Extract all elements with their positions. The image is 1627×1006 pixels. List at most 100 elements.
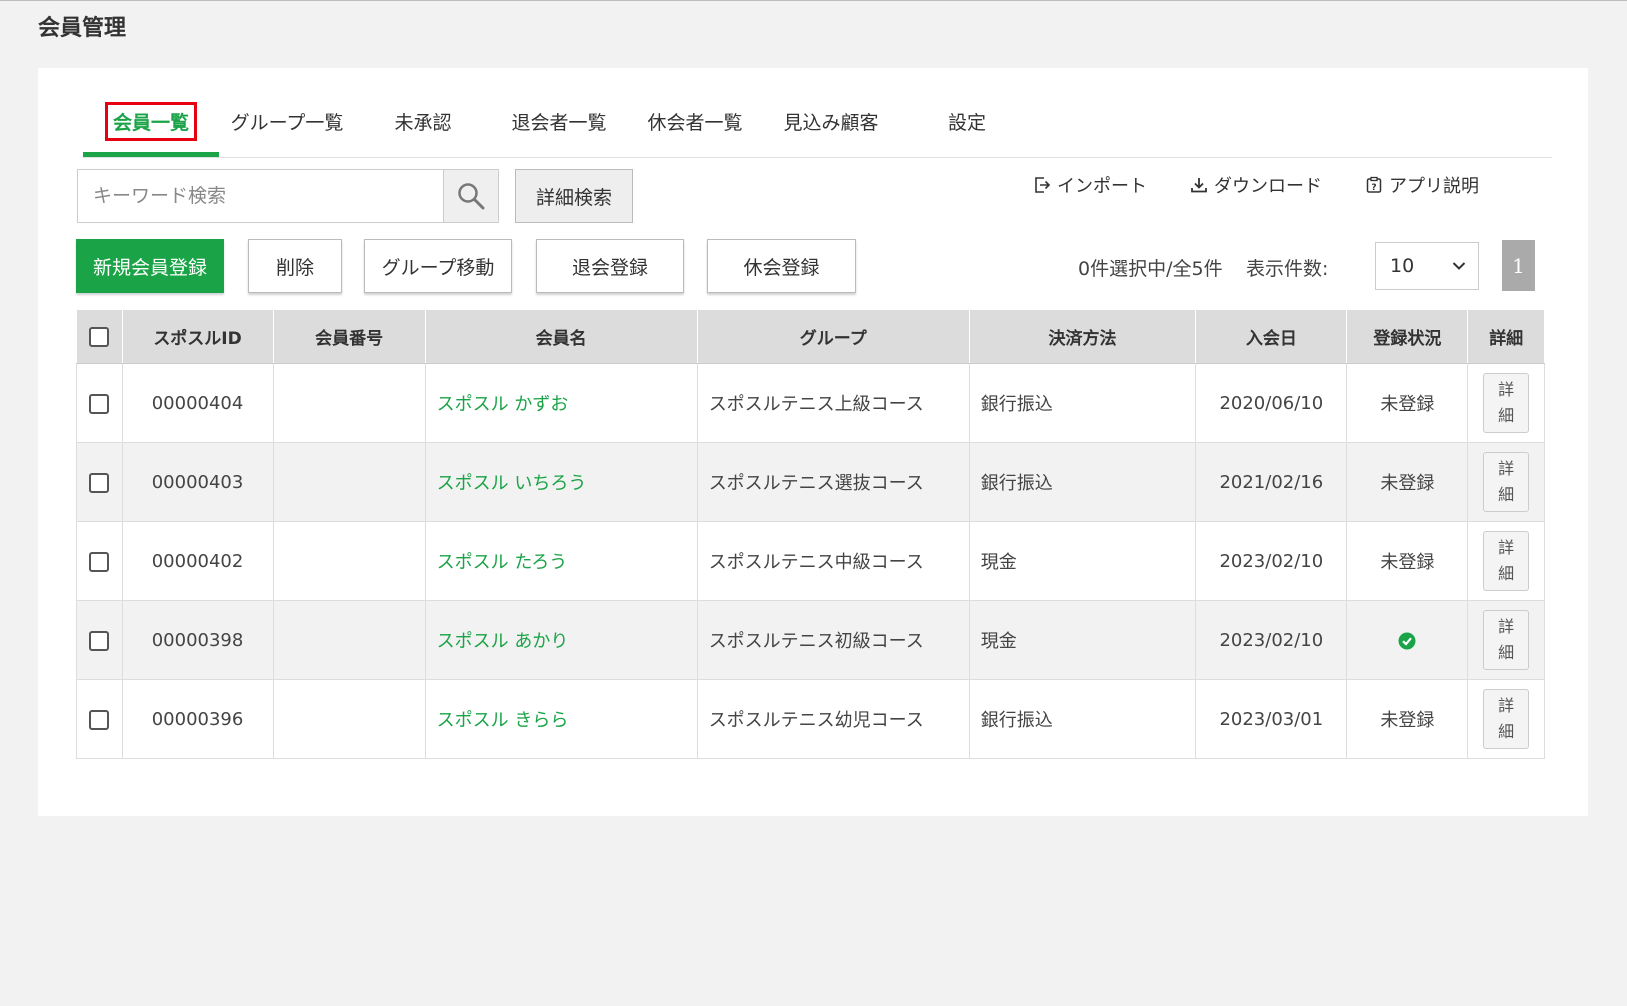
search-box [77,169,499,223]
per-page-label: 表示件数: [1246,258,1329,280]
detail-button[interactable]: 詳細 [1483,531,1530,591]
registration-status [1346,600,1469,680]
detail-label-bottom: 細 [1498,485,1515,504]
row-checkbox[interactable] [89,709,110,730]
tab-withdrawn-list[interactable]: 退会者一覧 [491,86,627,157]
detail-cell: 詳細 [1467,600,1545,680]
member-name-cell: スポスル いちろう [425,442,698,522]
member-table: スポスルID 会員番号 会員名 グループ 決済方法 入会日 登録状況 詳細 00… [76,309,1545,759]
per-page-value: 10 [1390,255,1415,277]
select-all-checkbox[interactable] [89,326,110,347]
registration-status: 未登録 [1346,521,1469,601]
tab-member-list[interactable]: 会員一覧 [83,86,219,157]
tab-label: 会員一覧 [104,101,198,141]
main-panel: 会員一覧 グループ一覧 未承認 退会者一覧 休会者一覧 見込み顧客 設定 詳細検… [38,68,1588,816]
new-member-button[interactable]: 新規会員登録 [76,239,224,293]
member-name-link[interactable]: スポスル かずお [437,394,569,415]
member-name-link[interactable]: スポスル あかり [437,631,569,652]
app-help-link[interactable]: ? アプリ説明 [1365,172,1479,198]
registration-status: 未登録 [1346,363,1469,443]
top-border [0,0,1627,1]
detail-label-bottom: 細 [1498,564,1515,583]
detail-cell: 詳細 [1467,442,1545,522]
detail-cell: 詳細 [1467,679,1545,759]
group: スポスルテニス上級コース [697,363,970,443]
member-name-link[interactable]: スポスル いちろう [437,473,587,494]
column-header[interactable]: 入会日 [1195,309,1348,364]
search-input[interactable] [78,170,446,222]
detail-button[interactable]: 詳細 [1483,373,1530,433]
download-label: ダウンロード [1214,176,1322,197]
member-name-link[interactable]: スポスル きらら [437,710,569,731]
member-name-cell: スポスル あかり [425,600,698,680]
group: スポスルテニス幼児コース [697,679,970,759]
page-title: 会員管理 [38,16,127,41]
advanced-search-button[interactable]: 詳細検索 [515,169,633,223]
tab-unapproved[interactable]: 未承認 [355,86,491,157]
payment-method: 現金 [969,600,1197,680]
search-button[interactable] [443,170,498,222]
row-checkbox[interactable] [89,551,110,572]
member-number [273,521,426,601]
registration-status: 未登録 [1346,679,1469,759]
column-header: 詳細 [1467,309,1545,364]
delete-button[interactable]: 削除 [248,239,342,293]
member-name-link[interactable]: スポスル たろう [437,552,568,573]
tab-settings[interactable]: 設定 [899,86,1035,157]
sposuru-id: 00000403 [122,442,274,522]
tab-group-list[interactable]: グループ一覧 [219,86,355,157]
tab-prospects[interactable]: 見込み顧客 [763,86,899,157]
table-row: 00000403 スポスル いちろう スポスルテニス選抜コース 銀行振込 202… [76,442,1545,522]
table-row: 00000402 スポスル たろう スポスルテニス中級コース 現金 2023/0… [76,521,1545,601]
detail-button[interactable]: 詳細 [1483,452,1530,512]
detail-button[interactable]: 詳細 [1483,689,1530,749]
row-checkbox[interactable] [89,630,110,651]
download-link[interactable]: ダウンロード [1190,172,1322,198]
detail-label-bottom: 細 [1498,643,1515,662]
column-header[interactable]: 決済方法 [968,309,1197,364]
column-header[interactable]: 登録状況 [1346,309,1469,364]
member-name-cell: スポスル きらら [425,679,698,759]
import-link[interactable]: インポート [1033,172,1147,198]
column-header[interactable]: 会員番号 [272,309,426,364]
row-select-cell [76,679,123,759]
member-number [273,442,426,522]
group: スポスルテニス初級コース [697,600,970,680]
check-circle-icon [1398,632,1416,649]
search-icon [458,183,485,210]
sposuru-id: 00000402 [122,521,274,601]
sposuru-id: 00000404 [122,363,274,443]
sposuru-id: 00000396 [122,679,274,759]
tab-suspended-list[interactable]: 休会者一覧 [627,86,763,157]
table-header-row: スポスルID 会員番号 会員名 グループ 決済方法 入会日 登録状況 詳細 [76,309,1545,364]
column-header[interactable]: グループ [696,309,970,364]
import-label: インポート [1057,176,1147,197]
move-group-button[interactable]: グループ移動 [364,239,512,293]
per-page-select[interactable]: 10 [1375,242,1479,290]
sposuru-id: 00000398 [122,600,274,680]
member-number [273,363,426,443]
row-checkbox[interactable] [89,393,110,414]
table-row: 00000398 スポスル あかり スポスルテニス初級コース 現金 2023/0… [76,600,1545,680]
detail-label-top: 詳 [1498,617,1515,636]
payment-method: 銀行振込 [969,442,1197,522]
row-select-cell [76,600,123,680]
table-row: 00000396 スポスル きらら スポスルテニス幼児コース 銀行振込 2023… [76,679,1545,759]
detail-cell: 詳細 [1467,521,1545,601]
select-all-cell [76,309,123,364]
column-header[interactable]: スポスルID [121,309,274,364]
registration-status: 未登録 [1346,442,1469,522]
withdraw-button[interactable]: 退会登録 [536,239,684,293]
member-number [273,679,426,759]
chevron-down-icon [1452,262,1466,270]
join-date: 2023/03/01 [1195,679,1348,759]
row-checkbox[interactable] [89,472,110,493]
payment-method: 銀行振込 [969,363,1197,443]
payment-method: 現金 [969,521,1197,601]
join-date: 2020/06/10 [1195,363,1348,443]
detail-button[interactable]: 詳細 [1483,610,1530,670]
suspend-button[interactable]: 休会登録 [707,239,856,293]
column-header[interactable]: 会員名 [424,309,698,364]
page-1-button[interactable]: 1 [1502,240,1535,291]
selection-count: 0件選択中/全5件 [1078,258,1223,280]
